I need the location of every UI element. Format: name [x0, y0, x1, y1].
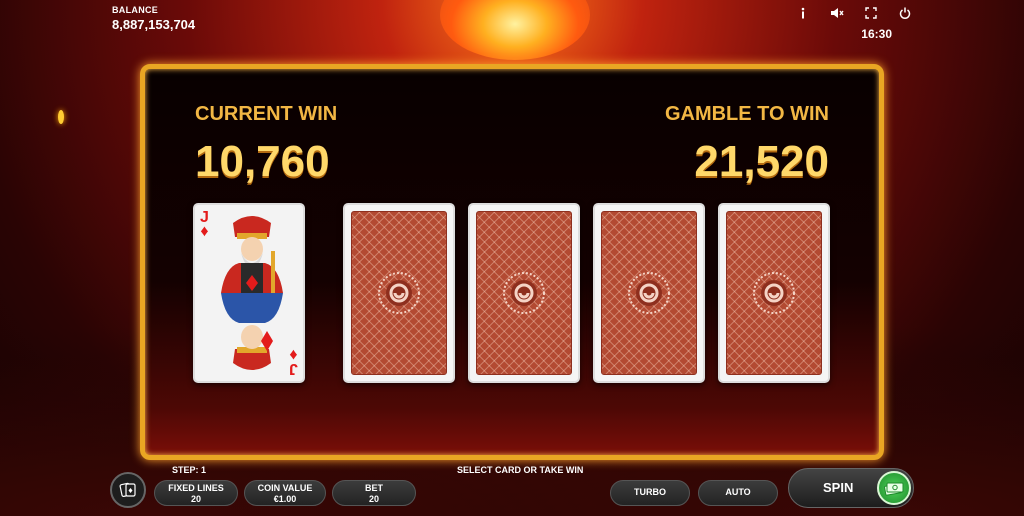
card-corner-top: J ♦	[200, 210, 209, 240]
card-suit: ♦	[200, 223, 209, 240]
dealer-card-jack-of-diamonds: J ♦ J ♦	[193, 203, 305, 383]
balance-display: BALANCE 8,887,153,704	[112, 5, 195, 32]
card-suit-bottom: ♦	[289, 346, 298, 363]
auto-button[interactable]: AUTO	[698, 480, 778, 506]
ember-spark	[58, 110, 64, 124]
bet-value: 20	[368, 494, 379, 504]
spin-label: SPIN	[823, 480, 854, 495]
bet-button[interactable]: BET 20	[332, 480, 416, 506]
take-win-money-icon[interactable]	[877, 471, 911, 505]
turbo-button[interactable]: TURBO	[610, 480, 690, 506]
gamble-cards-button[interactable]	[110, 472, 146, 508]
balance-value: 8,887,153,704	[112, 17, 196, 32]
fixed-lines-display: FIXED LINES 20	[154, 480, 238, 506]
card-corner-bottom: J ♦	[289, 346, 298, 377]
turbo-label: TURBO	[634, 487, 666, 497]
spin-button[interactable]: SPIN	[788, 468, 914, 508]
hidden-card-3[interactable]	[593, 203, 705, 383]
flaming-sun-decoration	[440, 0, 590, 60]
auto-label: AUTO	[725, 487, 751, 497]
power-icon[interactable]	[898, 6, 912, 20]
jack-portrait-icon	[211, 211, 293, 375]
gamble-to-win-label: GAMBLE TO WIN	[664, 103, 829, 125]
hidden-card-4[interactable]	[718, 203, 830, 383]
gamble-to-win-value: 21,520	[694, 137, 829, 186]
gamble-panel: CURRENT WIN 10,760 GAMBLE TO WIN 21,520 …	[140, 64, 884, 460]
coin-value-label: COIN VALUE	[257, 483, 313, 493]
banknotes-icon	[884, 482, 904, 496]
hidden-card-2[interactable]	[468, 203, 580, 383]
current-win-label: CURRENT WIN	[195, 103, 338, 125]
card-rank-bottom: J	[289, 360, 298, 377]
fixed-lines-label: FIXED LINES	[168, 483, 224, 493]
cards-icon	[119, 482, 136, 498]
coin-value-button[interactable]: COIN VALUE €1.00	[244, 480, 326, 506]
balance-label: BALANCE	[112, 5, 159, 15]
fixed-lines-value: 20	[190, 494, 201, 504]
clock: 16:30	[861, 27, 892, 41]
control-bar: FIXED LINES 20 COIN VALUE €1.00 BET 20 T…	[110, 468, 914, 510]
card-back-logo-icon	[503, 272, 545, 314]
current-win-value: 10,760	[195, 137, 330, 186]
fullscreen-icon[interactable]	[864, 6, 878, 20]
coin-value-value: €1.00	[273, 494, 297, 504]
mute-icon[interactable]	[830, 6, 844, 20]
card-back-logo-icon	[753, 272, 795, 314]
card-back-logo-icon	[628, 272, 670, 314]
top-toolbar	[796, 6, 912, 20]
card-back-logo-icon	[378, 272, 420, 314]
bet-label: BET	[365, 483, 383, 493]
info-icon[interactable]	[796, 6, 810, 20]
gamble-step: STEP: 1	[172, 465, 207, 475]
hidden-card-1[interactable]	[343, 203, 455, 383]
gamble-hint: SELECT CARD OR TAKE WIN	[457, 465, 584, 475]
